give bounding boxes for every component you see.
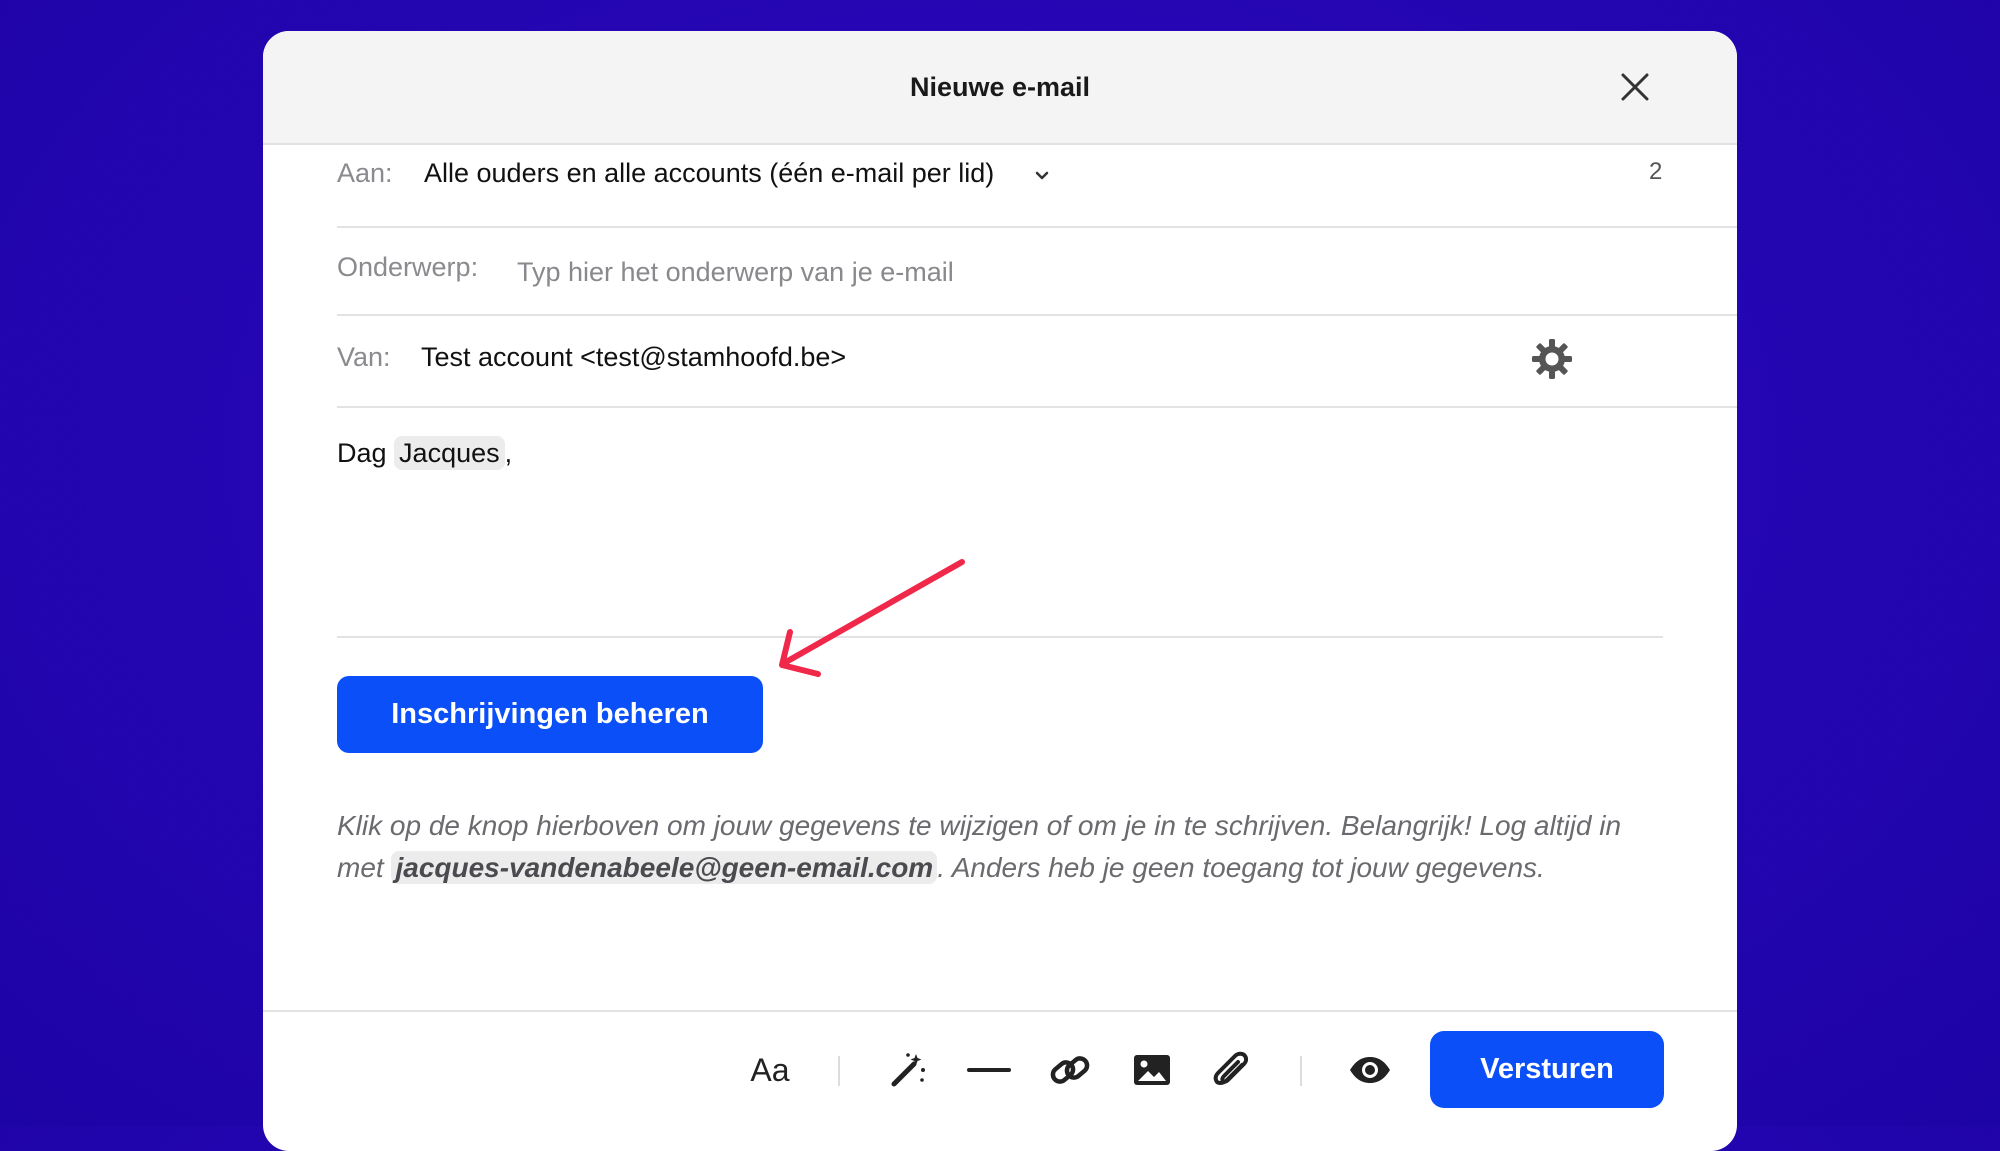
magic-wand-icon <box>891 1053 925 1087</box>
image-icon <box>1134 1055 1170 1085</box>
insert-image-button[interactable] <box>1128 1046 1176 1094</box>
toolbar-separator <box>838 1056 840 1086</box>
preview-button[interactable] <box>1346 1046 1394 1094</box>
toolbar-divider <box>263 1010 1737 1012</box>
from-row: Van: Test account <test@stamhoofd.be> <box>337 316 1737 408</box>
greeting-prefix: Dag <box>337 438 387 468</box>
toolbar-separator <box>1300 1056 1302 1086</box>
to-label: Aan: <box>337 158 393 188</box>
chevron-down-icon[interactable] <box>1032 166 1052 186</box>
link-icon <box>1050 1056 1090 1084</box>
manage-registrations-button[interactable]: Inschrijvingen beheren <box>337 676 763 753</box>
send-button[interactable]: Versturen <box>1430 1031 1664 1108</box>
email-greeting[interactable]: Dag Jacques, <box>337 436 513 470</box>
insert-horizontal-rule-button[interactable] <box>966 1046 1012 1094</box>
body-divider <box>337 636 1663 638</box>
greeting-name-variable[interactable]: Jacques <box>394 436 505 470</box>
login-email-variable[interactable]: jacques-vandenabeele@geen-email.com <box>391 851 938 884</box>
from-sender-select[interactable]: Test account <test@stamhoofd.be> <box>421 342 846 373</box>
recipient-count: 2 <box>1649 158 1663 185</box>
subject-label: Onderwerp: <box>337 252 479 282</box>
instruction-note[interactable]: Klik op de knop hierboven om jouw gegeve… <box>337 805 1667 889</box>
smart-variables-button[interactable] <box>884 1046 932 1094</box>
to-row: Aan: Alle ouders en alle accounts (één e… <box>337 144 1737 228</box>
close-button[interactable] <box>1613 65 1657 109</box>
text-style-label: Aa <box>750 1051 790 1088</box>
modal-title: Nieuwe e-mail <box>909 72 1091 102</box>
horizontal-rule-icon <box>967 1068 1011 1072</box>
to-recipients-select[interactable]: Alle ouders en alle accounts (één e-mail… <box>424 158 994 189</box>
note-text-part2: . Anders heb je geen toegang tot jouw ge… <box>937 852 1545 883</box>
insert-link-button[interactable] <box>1046 1046 1094 1094</box>
subject-row: Onderwerp: <box>337 228 1737 316</box>
from-label: Van: <box>337 342 391 372</box>
gear-icon[interactable] <box>1530 337 1574 381</box>
eye-icon <box>1350 1057 1390 1083</box>
text-style-button[interactable]: Aa <box>744 1046 796 1094</box>
modal-header: Nieuwe e-mail <box>263 31 1737 145</box>
close-icon <box>1621 73 1649 101</box>
attach-file-button[interactable] <box>1208 1046 1256 1094</box>
greeting-suffix: , <box>504 438 513 468</box>
paperclip-icon <box>1213 1051 1249 1085</box>
subject-input[interactable] <box>517 252 1697 292</box>
